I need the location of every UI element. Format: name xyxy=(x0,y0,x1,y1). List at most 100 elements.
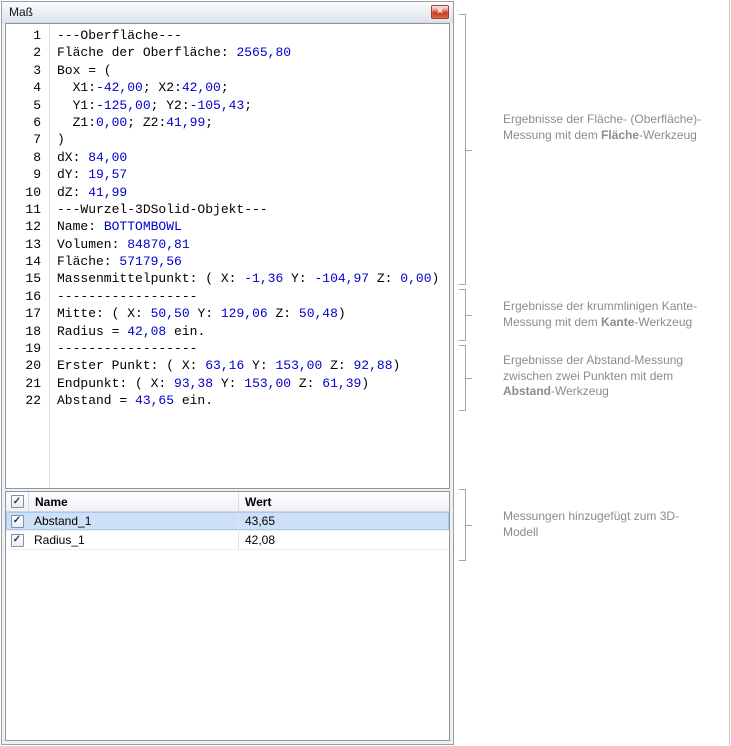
label-text: ; xyxy=(244,98,252,113)
mass-window: Maß × 1234567891011121314151617181920212… xyxy=(1,1,454,745)
annotation-edge: Ergebnisse der krummlinigen Kante-Messun… xyxy=(503,299,713,330)
line-number: 7 xyxy=(6,131,49,148)
row-checkbox[interactable]: ✓ xyxy=(11,534,24,547)
value-text: 57179,56 xyxy=(119,254,181,269)
line-number: 16 xyxy=(6,288,49,305)
label-text: dY: xyxy=(57,167,88,182)
value-text: 2565,80 xyxy=(236,45,291,60)
measurements-table[interactable]: ✓ Name Wert ✓Abstand_143,65✓Radius_142,0… xyxy=(5,491,450,741)
label-text: dZ: xyxy=(57,185,88,200)
row-wert-cell: 43,65 xyxy=(238,512,449,530)
callout-bracket-surface xyxy=(459,14,466,285)
value-text: 92,88 xyxy=(354,358,393,373)
label-text: ) xyxy=(57,132,65,147)
annotation-model: Messungen hinzugefügt zum 3D-Modell xyxy=(503,509,713,540)
line-number: 17 xyxy=(6,305,49,322)
output-line: Z1:0,00; Z2:41,99; xyxy=(57,114,449,131)
value-text: -104,97 xyxy=(314,271,369,286)
value-text: 0,00 xyxy=(400,271,431,286)
value-text: 153,00 xyxy=(275,358,322,373)
row-checkbox-cell: ✓ xyxy=(6,512,28,530)
row-checkbox[interactable]: ✓ xyxy=(11,515,24,528)
annotation-text: Ergebnisse der Abstand-Messung zwischen … xyxy=(503,353,683,383)
value-text: 84870,81 xyxy=(127,237,189,252)
line-number: 18 xyxy=(6,323,49,340)
output-line: Box = ( xyxy=(57,62,449,79)
line-number: 11 xyxy=(6,201,49,218)
label-text: Erster Punkt: ( X: xyxy=(57,358,205,373)
label-text: ; Y2: xyxy=(151,98,190,113)
label-text: Name: xyxy=(57,219,104,234)
line-number: 10 xyxy=(6,184,49,201)
value-text: 84,00 xyxy=(88,150,127,165)
table-row[interactable]: ✓Abstand_143,65 xyxy=(6,512,449,531)
label-text: ---Wurzel-3DSolid-Objekt--- xyxy=(57,202,268,217)
line-number: 14 xyxy=(6,253,49,270)
header-checkbox-cell: ✓ xyxy=(6,492,28,511)
table-body: ✓Abstand_143,65✓Radius_142,08 xyxy=(6,512,449,550)
label-text: ; Z2: xyxy=(127,115,166,130)
label-text: Z: xyxy=(268,306,299,321)
output-line: Massenmittelpunkt: ( X: -1,36 Y: -104,97… xyxy=(57,270,449,287)
table-row[interactable]: ✓Radius_142,08 xyxy=(6,531,449,550)
output-line: Fläche der Oberfläche: 2565,80 xyxy=(57,44,449,61)
label-text: ------------------ xyxy=(57,289,197,304)
output-line: X1:-42,00; X2:42,00; xyxy=(57,79,449,96)
label-text: dX: xyxy=(57,150,88,165)
value-text: 0,00 xyxy=(96,115,127,130)
annotation-text: -Werkzeug xyxy=(551,384,609,398)
output-line: dZ: 41,99 xyxy=(57,184,449,201)
value-text: 42,00 xyxy=(182,80,221,95)
callout-bracket-edge xyxy=(459,289,466,341)
annotation-surface: Ergebnisse der Fläche- (Oberfläche)-Mess… xyxy=(503,112,713,143)
output-line: Erster Punkt: ( X: 63,16 Y: 153,00 Z: 92… xyxy=(57,357,449,374)
label-text: Fläche: xyxy=(57,254,119,269)
value-text: -1,36 xyxy=(244,271,283,286)
label-text: Y1: xyxy=(57,98,96,113)
label-text: ) xyxy=(393,358,401,373)
label-text: Volumen: xyxy=(57,237,127,252)
label-text: ; xyxy=(205,115,213,130)
annotation-bold: Abstand xyxy=(503,384,551,398)
label-text: ein. xyxy=(166,324,205,339)
label-text: ---Oberfläche--- xyxy=(57,28,182,43)
table-header-row: ✓ Name Wert xyxy=(6,492,449,512)
column-header-name[interactable]: Name xyxy=(28,492,238,511)
value-text: 129,06 xyxy=(221,306,268,321)
output-line: Mitte: ( X: 50,50 Y: 129,06 Z: 50,48) xyxy=(57,305,449,322)
output-line: Radius = 42,08 ein. xyxy=(57,323,449,340)
measurement-output[interactable]: 12345678910111213141516171819202122 ---O… xyxy=(5,23,450,489)
close-icon: × xyxy=(437,6,443,17)
line-number: 21 xyxy=(6,375,49,392)
line-number: 4 xyxy=(6,79,49,96)
output-line: ---Oberfläche--- xyxy=(57,27,449,44)
column-header-wert[interactable]: Wert xyxy=(238,492,449,511)
output-line: ------------------ xyxy=(57,288,449,305)
annotation-bold: Kante xyxy=(601,315,634,329)
titlebar[interactable]: Maß × xyxy=(2,2,453,23)
value-text: 93,38 xyxy=(174,376,213,391)
value-text: BOTTOMBOWL xyxy=(104,219,182,234)
label-text: Z1: xyxy=(57,115,96,130)
line-number: 13 xyxy=(6,236,49,253)
line-number: 3 xyxy=(6,62,49,79)
output-line: Name: BOTTOMBOWL xyxy=(57,218,449,235)
output-lines: ---Oberfläche---Fläche der Oberfläche: 2… xyxy=(50,24,449,488)
value-text: 61,39 xyxy=(322,376,361,391)
close-button[interactable]: × xyxy=(431,5,449,19)
callout-bracket-model xyxy=(459,489,466,561)
value-text: 42,08 xyxy=(127,324,166,339)
header-checkbox[interactable]: ✓ xyxy=(11,495,24,508)
line-number: 8 xyxy=(6,149,49,166)
label-text: ein. xyxy=(174,393,213,408)
label-text: ------------------ xyxy=(57,341,197,356)
label-text: Massenmittelpunkt: ( X: xyxy=(57,271,244,286)
output-line: ---Wurzel-3DSolid-Objekt--- xyxy=(57,201,449,218)
screenshot-canvas: Maß × 1234567891011121314151617181920212… xyxy=(0,0,731,746)
label-text: X1: xyxy=(57,80,96,95)
output-line: ------------------ xyxy=(57,340,449,357)
label-text: ) xyxy=(361,376,369,391)
value-text: 50,48 xyxy=(299,306,338,321)
label-text: ; X2: xyxy=(143,80,182,95)
label-text: Y: xyxy=(213,376,244,391)
